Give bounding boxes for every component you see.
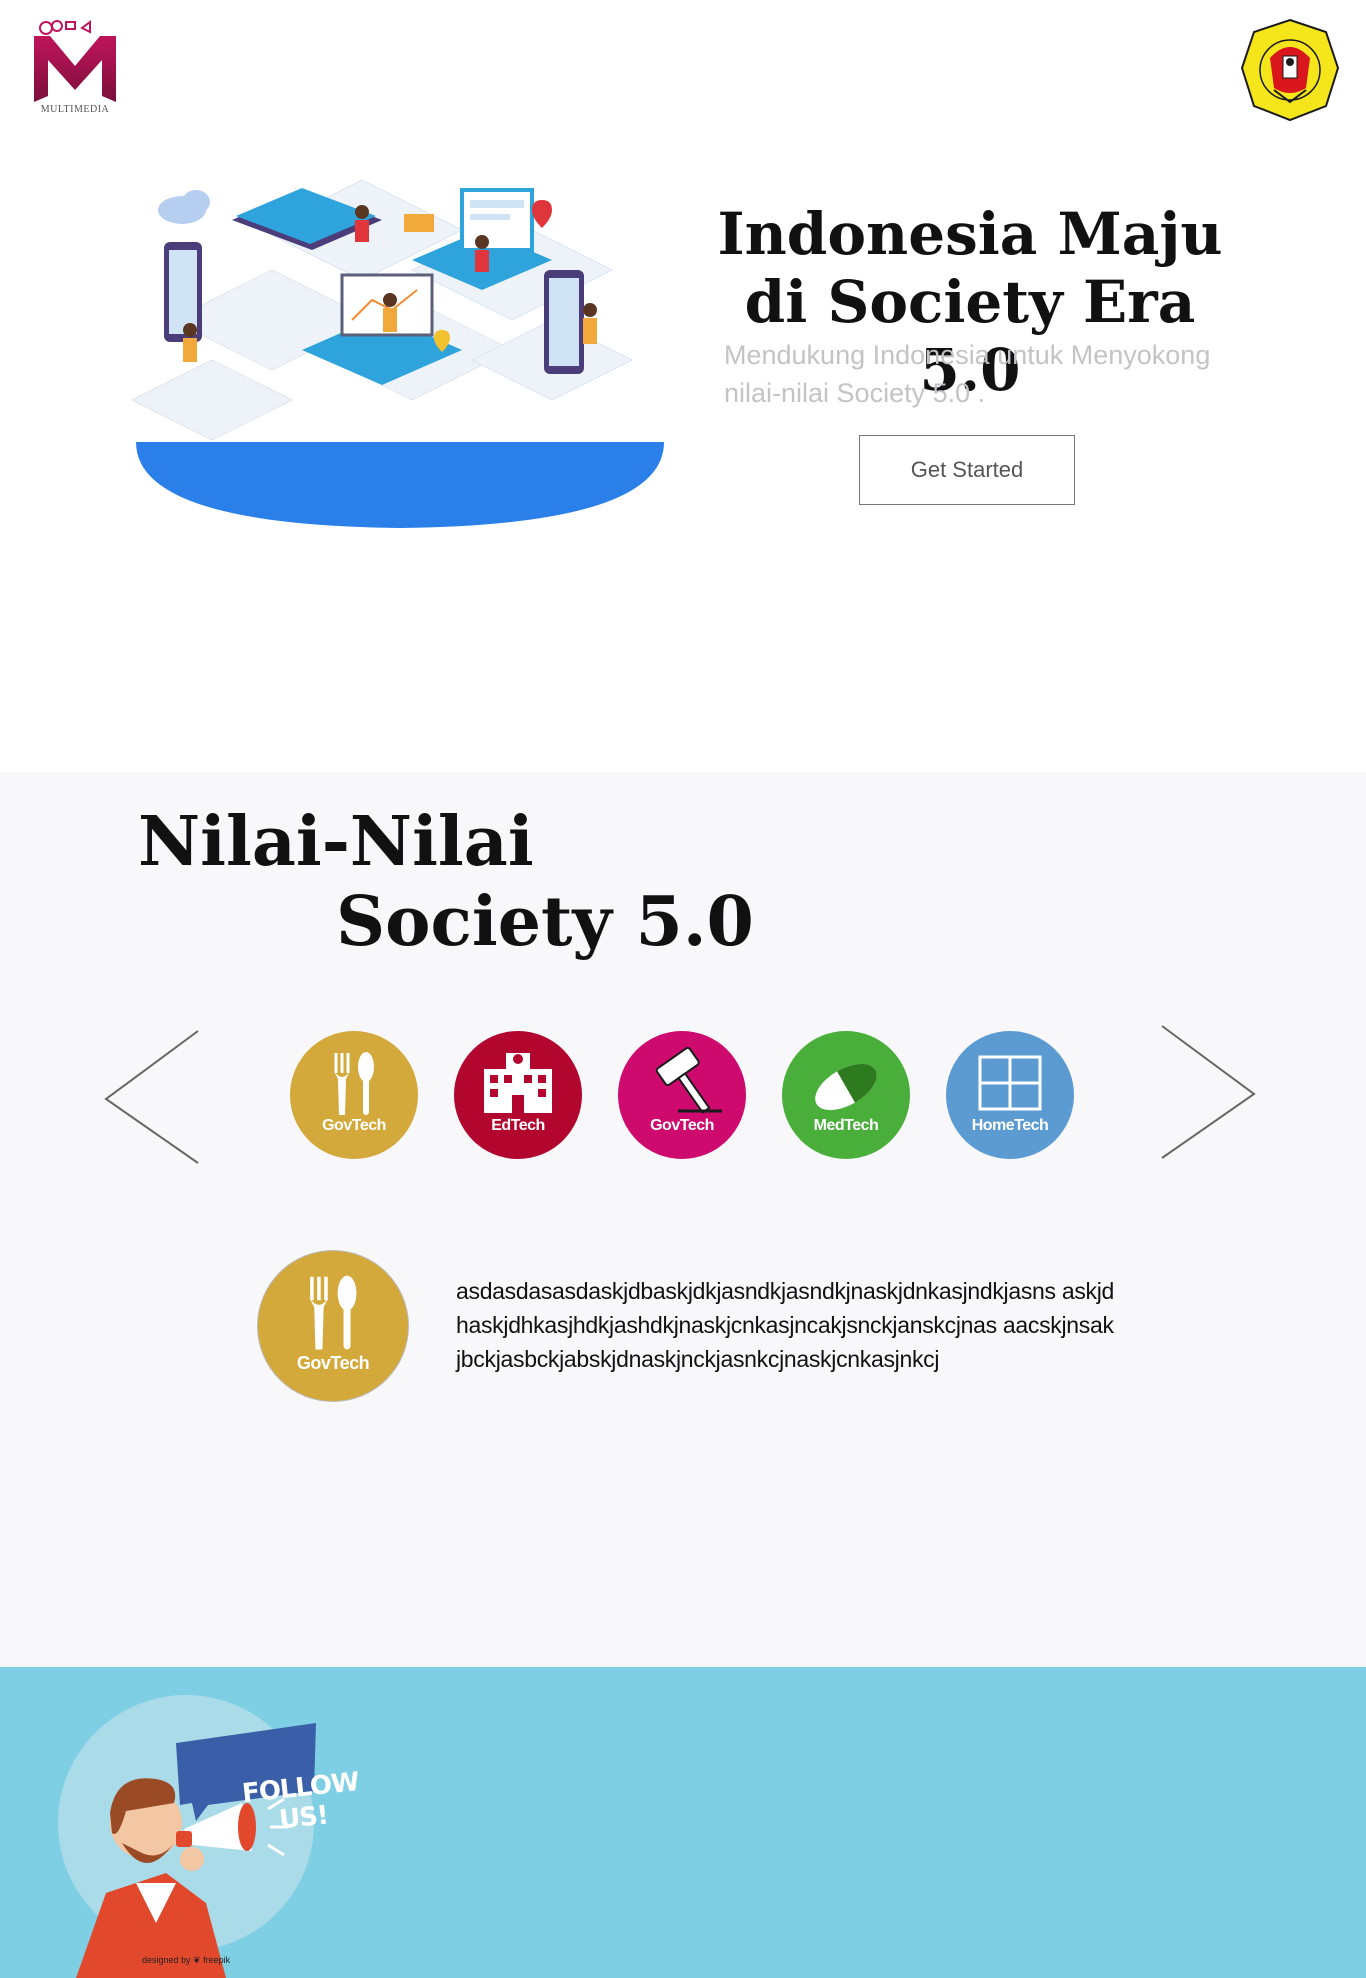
window-icon xyxy=(978,1055,1042,1111)
category-label: GovTech xyxy=(650,1117,714,1134)
university-seal-icon xyxy=(1240,18,1340,122)
multimedia-logo[interactable]: MULTIMEDIA xyxy=(30,18,120,118)
gavel-icon xyxy=(655,1046,722,1114)
hero-title-line1: Indonesia Maju xyxy=(717,200,1223,268)
designed-by-credit: designed by ❦ freepik xyxy=(142,1955,231,1965)
multimedia-logo-caption: MULTIMEDIA xyxy=(40,104,110,115)
category-label: EdTech xyxy=(491,1117,545,1134)
category-medtech[interactable]: MedTech xyxy=(782,1031,910,1159)
follow-us-illustration[interactable]: FOLLOW US! designed by ❦ freepik xyxy=(56,1693,360,1978)
chevron-left-icon xyxy=(104,1030,199,1164)
selected-category-icon: GovTech xyxy=(258,1251,408,1401)
university-seal-logo[interactable] xyxy=(1240,18,1340,122)
chevron-right-icon xyxy=(1161,1025,1256,1159)
values-section: Nilai-Nilai Society 5.0 GovTech EdTech G… xyxy=(0,772,1366,1667)
selected-category-description: asdasdasasdaskjdbaskjdkjasndkjasndkjnask… xyxy=(456,1278,1115,1372)
follow-us-text: FOLLOW US! xyxy=(240,1767,361,1836)
category-edtech[interactable]: EdTech xyxy=(454,1031,582,1159)
carousel-prev-button[interactable] xyxy=(102,1027,202,1167)
fork-spoon-icon xyxy=(334,1052,374,1115)
category-govtech-food[interactable]: GovTech xyxy=(290,1031,418,1159)
values-title-line1: Nilai-Nilai xyxy=(138,802,534,882)
hero-subtitle: Mendukung Indonesia untuk Menyokong nila… xyxy=(724,340,1211,408)
building-icon xyxy=(484,1053,552,1113)
values-title-line2: Society 5.0 xyxy=(336,882,754,962)
footer: FOLLOW US! designed by ❦ freepik xyxy=(0,1667,1366,1978)
pill-icon xyxy=(815,1063,877,1111)
carousel-next-button[interactable] xyxy=(1158,1022,1258,1162)
hero-ellipse xyxy=(136,442,664,528)
category-label: MedTech xyxy=(813,1117,879,1134)
multimedia-m-icon xyxy=(34,20,116,102)
get-started-button[interactable]: Get Started xyxy=(859,435,1075,505)
category-govtech-law[interactable]: GovTech xyxy=(618,1031,746,1159)
hero-illustration xyxy=(112,150,672,530)
category-label: HomeTech xyxy=(971,1117,1049,1134)
category-hometech[interactable]: HomeTech xyxy=(946,1031,1074,1159)
fork-spoon-icon xyxy=(309,1275,357,1350)
selected-category-label: GovTech xyxy=(296,1353,370,1373)
category-label: GovTech xyxy=(322,1117,386,1134)
